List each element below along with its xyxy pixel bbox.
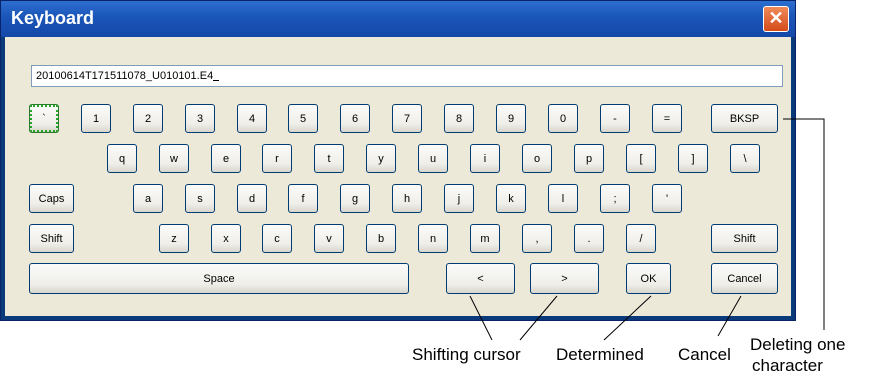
leader-line-bksp — [783, 118, 825, 330]
annotation-deleting-line2: character — [752, 356, 823, 375]
leader-line-cancel — [717, 295, 742, 337]
annotation-cancel: Cancel — [678, 345, 731, 364]
annotation-lines — [469, 118, 825, 341]
leader-line-ok — [603, 295, 652, 341]
leader-line-left-cursor — [469, 295, 493, 341]
annotation-determined: Determined — [556, 345, 644, 364]
leader-line-right-cursor — [519, 295, 558, 341]
annotation-deleting-line1: Deleting one — [750, 335, 846, 354]
annotation-shifting-cursor: Shifting cursor — [412, 345, 521, 364]
